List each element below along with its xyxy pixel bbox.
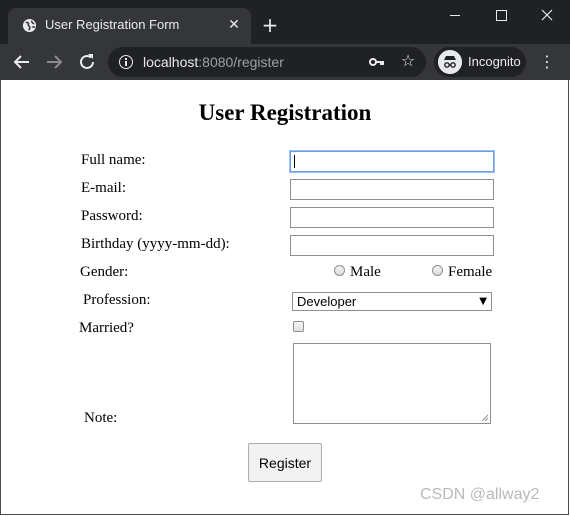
globe-icon bbox=[22, 18, 37, 33]
browser-titlebar: User Registration Form ✕ + bbox=[0, 0, 570, 44]
email-input[interactable] bbox=[290, 179, 494, 200]
incognito-icon bbox=[438, 50, 462, 74]
url-host: localhost bbox=[143, 54, 199, 70]
incognito-label: Incognito bbox=[468, 54, 521, 69]
gender-male-radio[interactable] bbox=[334, 265, 345, 276]
key-icon[interactable] bbox=[369, 55, 385, 69]
incognito-badge[interactable]: Incognito bbox=[434, 47, 526, 77]
arrow-right-icon[interactable] bbox=[42, 50, 66, 74]
profession-label: Profession: bbox=[83, 292, 151, 308]
tab-title: User Registration Form bbox=[45, 17, 180, 32]
profession-select[interactable]: Developer ▼ bbox=[292, 292, 492, 311]
email-label: E-mail: bbox=[81, 180, 126, 196]
watermark: CSDN @allway2 bbox=[420, 486, 540, 503]
gender-male-label[interactable]: Male bbox=[350, 264, 381, 281]
url-path: :8080/register bbox=[198, 54, 284, 70]
password-label: Password: bbox=[81, 208, 143, 224]
married-checkbox[interactable] bbox=[293, 321, 304, 332]
note-textarea[interactable] bbox=[293, 343, 491, 424]
address-bar[interactable]: localhost:8080/register ☆ bbox=[108, 47, 426, 77]
browser-toolbar: localhost:8080/register ☆ Incognito ⋮ bbox=[0, 44, 570, 80]
window-close-button[interactable] bbox=[524, 0, 570, 30]
star-icon[interactable]: ☆ bbox=[398, 50, 418, 72]
browser-tab[interactable]: User Registration Form ✕ bbox=[8, 8, 251, 44]
password-input[interactable] bbox=[290, 207, 494, 228]
kebab-menu-icon[interactable]: ⋮ bbox=[538, 50, 556, 74]
fullname-label: Full name: bbox=[81, 152, 146, 168]
married-label: Married? bbox=[79, 320, 134, 336]
plus-icon[interactable]: + bbox=[259, 14, 281, 36]
register-button[interactable]: Register bbox=[248, 443, 322, 482]
note-label: Note: bbox=[84, 410, 118, 426]
info-icon[interactable] bbox=[119, 55, 133, 69]
birthday-label: Birthday (yyyy-mm-dd): bbox=[81, 236, 230, 252]
maximize-button[interactable] bbox=[478, 0, 524, 30]
minimize-button[interactable] bbox=[432, 0, 478, 30]
resize-grip-icon[interactable] bbox=[481, 414, 489, 422]
gender-label: Gender: bbox=[80, 264, 129, 280]
profession-value: Developer bbox=[297, 294, 357, 309]
gender-female-radio[interactable] bbox=[432, 265, 443, 276]
arrow-left-icon[interactable] bbox=[10, 50, 34, 74]
reload-icon[interactable] bbox=[75, 50, 99, 74]
chevron-down-icon: ▼ bbox=[479, 296, 487, 307]
page-title: User Registration bbox=[198, 100, 372, 125]
close-icon[interactable]: ✕ bbox=[226, 17, 242, 33]
text-caret bbox=[294, 155, 295, 168]
birthday-input[interactable] bbox=[290, 235, 494, 256]
gender-female-label[interactable]: Female bbox=[448, 264, 492, 281]
fullname-input[interactable] bbox=[290, 151, 494, 172]
close-icon bbox=[541, 9, 553, 21]
url-text: localhost:8080/register bbox=[143, 54, 284, 70]
